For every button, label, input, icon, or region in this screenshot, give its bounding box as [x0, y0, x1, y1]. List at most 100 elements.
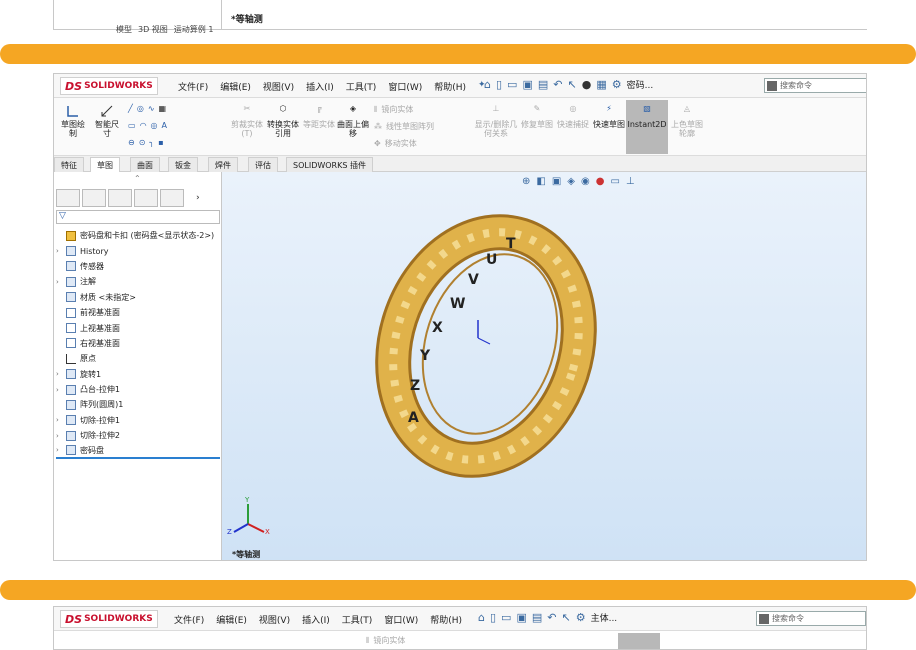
bottom-mirror-button[interactable]: ⫴ 镜向实体: [366, 635, 405, 646]
dimxpert-tab[interactable]: [134, 189, 158, 207]
tree-item-body-folder[interactable]: › 密码盘: [56, 443, 220, 459]
open-icon[interactable]: ▭: [501, 611, 511, 624]
open-icon[interactable]: ▭: [507, 78, 517, 91]
tab-addins[interactable]: SOLIDWORKS 插件: [286, 157, 373, 172]
tree-item-annotations[interactable]: › 注解: [56, 274, 220, 289]
property-tab[interactable]: [82, 189, 106, 207]
smart-dimension-button[interactable]: 智能尺寸: [92, 104, 122, 138]
rectangle-icon[interactable]: ▭: [128, 121, 136, 130]
undo-icon[interactable]: ↶: [547, 611, 556, 624]
rebuild-icon[interactable]: ●: [582, 78, 592, 91]
rapid-sketch-button[interactable]: ⚡ 快速草图: [592, 104, 626, 129]
instant2d-button[interactable]: ▧ Instant2D: [626, 100, 668, 154]
tree-item-history[interactable]: › History: [56, 243, 220, 258]
menu-tools[interactable]: 工具(T): [346, 80, 377, 93]
print-icon[interactable]: ▤: [538, 78, 548, 91]
file-props-icon[interactable]: ▦: [596, 78, 606, 91]
tab-features[interactable]: 特征: [54, 157, 84, 172]
move-button[interactable]: ✥ 移动实体: [374, 138, 417, 149]
point-icon[interactable]: ▪: [158, 138, 163, 147]
new-icon[interactable]: ▯: [490, 611, 496, 624]
tree-item-boss-extrude[interactable]: › 凸台-拉伸1: [56, 382, 220, 397]
tab-sheet-metal[interactable]: 钣金: [168, 157, 198, 172]
tab-model[interactable]: 模型: [116, 24, 132, 35]
menu-window[interactable]: 窗口(W): [388, 80, 422, 93]
bottom-solidworks-logo[interactable]: DS SOLIDWORKS: [60, 610, 158, 628]
line-icon[interactable]: ╱: [128, 104, 133, 113]
trim-button[interactable]: ✂ 剪裁实体(T): [230, 104, 264, 138]
tree-item-circular-pattern[interactable]: 阵列(圆周)1: [56, 397, 220, 412]
tab-sketch[interactable]: 草图: [90, 157, 120, 172]
filter-input[interactable]: ▽: [56, 210, 220, 224]
menu-view[interactable]: 视图(V): [263, 80, 294, 93]
graphics-area[interactable]: ⊕ ◧ ▣ ◈ ◉ ● ▭ ⊥ T U V W X Y Z A Y X Z *等…: [222, 172, 866, 560]
panel-collapse-icon[interactable]: ⌃: [134, 174, 141, 183]
menu-tools[interactable]: 工具(T): [342, 613, 373, 626]
tree-item-top-plane[interactable]: 上视基准面: [56, 320, 220, 335]
menu-edit[interactable]: 编辑(E): [220, 80, 251, 93]
display-tab[interactable]: [160, 189, 184, 207]
mirror-button[interactable]: ⫴ 镜向实体: [374, 104, 413, 115]
sketch-button[interactable]: 草图绘制: [58, 104, 88, 138]
fillet-icon[interactable]: ╮: [149, 138, 154, 147]
menu-edit[interactable]: 编辑(E): [216, 613, 247, 626]
menu-view[interactable]: 视图(V): [259, 613, 290, 626]
circle-icon[interactable]: ◎: [137, 104, 144, 113]
tab-3d-view[interactable]: 3D 视图: [138, 24, 168, 35]
menu-help[interactable]: 帮助(H): [434, 80, 466, 93]
options-icon[interactable]: ⚙: [612, 78, 622, 91]
repair-sketch-button[interactable]: ✎ 修复草图: [520, 104, 554, 129]
panel-more-icon[interactable]: ›: [196, 193, 200, 203]
ellipse-icon[interactable]: ◎: [151, 121, 158, 130]
tree-item-origin[interactable]: 原点: [56, 351, 220, 366]
slot-icon[interactable]: ⊖: [128, 138, 135, 147]
tab-surfaces[interactable]: 曲面: [130, 157, 160, 172]
arc-icon[interactable]: ◠: [140, 121, 147, 130]
display-relations-button[interactable]: ⊥ 显示/删除几何关系: [474, 104, 518, 138]
options-icon[interactable]: ⚙: [576, 611, 586, 624]
save-icon[interactable]: ▣: [516, 611, 526, 624]
select-icon[interactable]: ↖: [567, 78, 576, 91]
convert-entities-button[interactable]: ⬡ 转换实体引用: [266, 104, 300, 138]
bottom-search-input[interactable]: 搜索命令: [756, 611, 866, 626]
home-icon[interactable]: ⌂: [478, 611, 485, 624]
tab-motion[interactable]: 运动算例 1: [174, 24, 214, 35]
menu-window[interactable]: 窗口(W): [384, 613, 418, 626]
feature-tree-tab[interactable]: [56, 189, 80, 207]
tree-item-cut-extrude-2[interactable]: › 切除-拉伸2: [56, 428, 220, 443]
home-icon[interactable]: ⌂: [484, 78, 491, 91]
undo-icon[interactable]: ↶: [553, 78, 562, 91]
linear-pattern-button[interactable]: ⁂ 线性草图阵列: [374, 121, 434, 132]
config-tab[interactable]: [108, 189, 132, 207]
tree-item-root[interactable]: 密码盘和卡扣 (密码盘<显示状态-2>): [56, 228, 220, 243]
polygon-icon[interactable]: ⊙: [139, 138, 146, 147]
print-icon[interactable]: ▤: [532, 611, 542, 624]
save-icon[interactable]: ▣: [522, 78, 532, 91]
new-icon[interactable]: ▯: [496, 78, 502, 91]
shaded-contours-button[interactable]: ◬ 上色草图轮廓: [670, 104, 704, 138]
grid-icon[interactable]: ▦: [159, 104, 167, 113]
tree-item-cut-extrude-1[interactable]: › 切除-拉伸1: [56, 413, 220, 428]
tree-item-right-plane[interactable]: 右视基准面: [56, 336, 220, 351]
spline-icon[interactable]: ∿: [148, 104, 155, 113]
search-input[interactable]: 搜索命令: [764, 78, 866, 93]
tab-evaluate[interactable]: 评估: [248, 157, 278, 172]
tree-item-revolve[interactable]: › 旋转1: [56, 367, 220, 382]
relations-icon: ⊥: [492, 104, 500, 113]
tree-item-sensors[interactable]: 传感器: [56, 259, 220, 274]
tree-item-front-plane[interactable]: 前视基准面: [56, 305, 220, 320]
menu-insert[interactable]: 插入(I): [302, 613, 330, 626]
text-icon[interactable]: A: [162, 121, 167, 130]
tree-item-material[interactable]: 材质 <未指定>: [56, 290, 220, 305]
menu-help[interactable]: 帮助(H): [430, 613, 462, 626]
solidworks-logo[interactable]: DS SOLIDWORKS: [60, 77, 158, 95]
offset-button[interactable]: ╔ 等距实体: [302, 104, 336, 129]
bottom-instant2d-highlight[interactable]: [618, 633, 660, 649]
menu-file[interactable]: 文件(F): [178, 80, 208, 93]
tab-weldments[interactable]: 焊件: [208, 157, 238, 172]
select-icon[interactable]: ↖: [561, 611, 570, 624]
quick-snap-button[interactable]: ◎ 快速捕捉: [556, 104, 590, 129]
menu-insert[interactable]: 插入(I): [306, 80, 334, 93]
menu-file[interactable]: 文件(F): [174, 613, 204, 626]
surface-offset-button[interactable]: ◈ 曲面上偏移: [336, 104, 370, 138]
